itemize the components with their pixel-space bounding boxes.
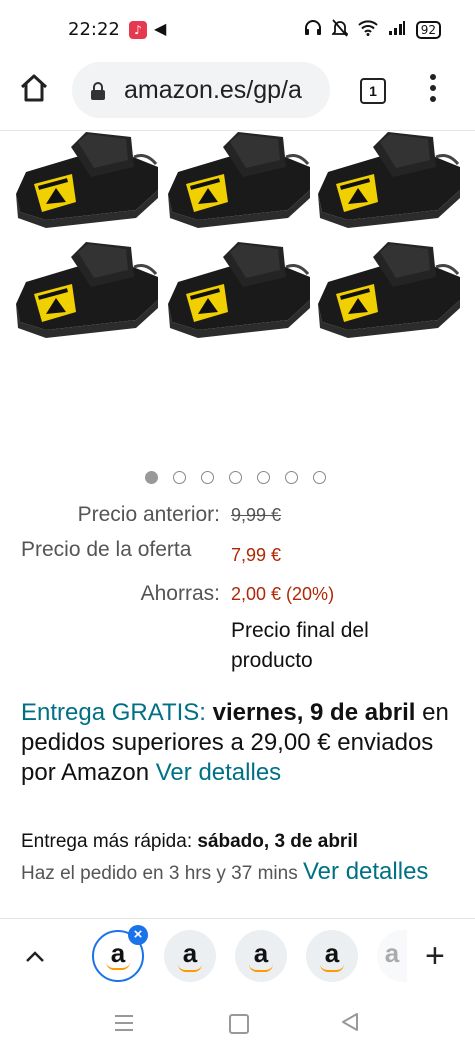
carousel-dot[interactable]: [257, 471, 270, 484]
carousel-dot[interactable]: [173, 471, 186, 484]
system-icons: 92: [304, 19, 441, 41]
tab-amazon[interactable]: a: [164, 930, 216, 982]
tab-amazon-active[interactable]: a ×: [92, 925, 148, 982]
volume-icon: ◀: [154, 19, 167, 38]
clock: 22:22: [68, 19, 120, 40]
offer-price-row: Precio de la oferta 7,99 €: [0, 538, 475, 568]
lock-icon: [90, 81, 106, 106]
music-app-icon: ♪: [129, 21, 147, 39]
carousel-dot[interactable]: [285, 471, 298, 484]
fast-delivery-details-link[interactable]: Ver detalles: [303, 858, 428, 885]
carousel-dot[interactable]: [229, 471, 242, 484]
menu-icon[interactable]: [115, 1015, 133, 1036]
close-tab-icon[interactable]: ×: [128, 925, 148, 945]
previous-price-label: Precio anterior:: [77, 503, 220, 526]
tab-switcher-button[interactable]: 1: [360, 78, 386, 104]
mouse-trap-image[interactable]: [0, 130, 475, 460]
fast-delivery-date: sábado, 3 de abril: [197, 831, 358, 852]
offer-price-value: 7,99 €: [231, 545, 282, 565]
order-countdown: Haz el pedido en 3 hrs y 37 mins: [21, 863, 298, 884]
url-text[interactable]: amazon.es/gp/a: [124, 76, 302, 105]
fast-delivery-label: Entrega más rápida:: [21, 831, 193, 852]
back-icon[interactable]: [340, 1012, 360, 1037]
final-price-note: Precio final del producto: [231, 619, 369, 672]
browser-toolbar: amazon.es/gp/a 1: [0, 58, 475, 131]
tab-amazon[interactable]: a: [235, 930, 287, 982]
savings-value: 2,00 € (20%): [231, 584, 335, 604]
previous-price-row: Precio anterior: 9,99 €: [0, 503, 475, 533]
offer-price-label: Precio de la oferta: [21, 538, 192, 561]
tab-strip: a × a a a a +: [0, 918, 475, 994]
battery-icon: 92: [415, 21, 441, 39]
delivery-date: viernes, 9 de abril: [212, 699, 416, 726]
mute-icon: [330, 19, 349, 41]
previous-price-value: 9,99 €: [231, 505, 282, 525]
amazon-logo-icon: a: [384, 938, 400, 968]
system-navigation-bar: [0, 993, 475, 1056]
chevron-up-icon[interactable]: [24, 944, 46, 970]
tab-amazon-partial[interactable]: a: [377, 930, 407, 982]
home-nav-icon[interactable]: [229, 1014, 249, 1034]
free-delivery-label: Entrega GRATIS:: [21, 699, 206, 726]
savings-label: Ahorras:: [140, 582, 220, 605]
delivery-details-link[interactable]: Ver detalles: [156, 759, 281, 786]
tab-amazon[interactable]: a: [306, 930, 358, 982]
savings-row: Ahorras: 2,00 € (20%): [0, 582, 475, 612]
fast-delivery-block: Entrega más rápida: sábado, 3 de abril H…: [21, 827, 461, 889]
carousel-dot[interactable]: [145, 471, 158, 484]
home-icon[interactable]: [18, 72, 54, 108]
status-bar: 22:22 ♪ ◀ 92: [0, 0, 475, 58]
signal-icon: [388, 20, 406, 40]
carousel-dot[interactable]: [201, 471, 214, 484]
image-carousel-indicator[interactable]: [145, 471, 326, 484]
headset-icon: [304, 20, 322, 40]
overflow-menu-icon[interactable]: [428, 74, 438, 104]
address-bar[interactable]: amazon.es/gp/a: [72, 62, 330, 118]
new-tab-button[interactable]: +: [425, 937, 445, 976]
wifi-icon: [358, 20, 378, 40]
carousel-dot[interactable]: [313, 471, 326, 484]
free-delivery-block: Entrega GRATIS: viernes, 9 de abril en p…: [21, 698, 451, 788]
